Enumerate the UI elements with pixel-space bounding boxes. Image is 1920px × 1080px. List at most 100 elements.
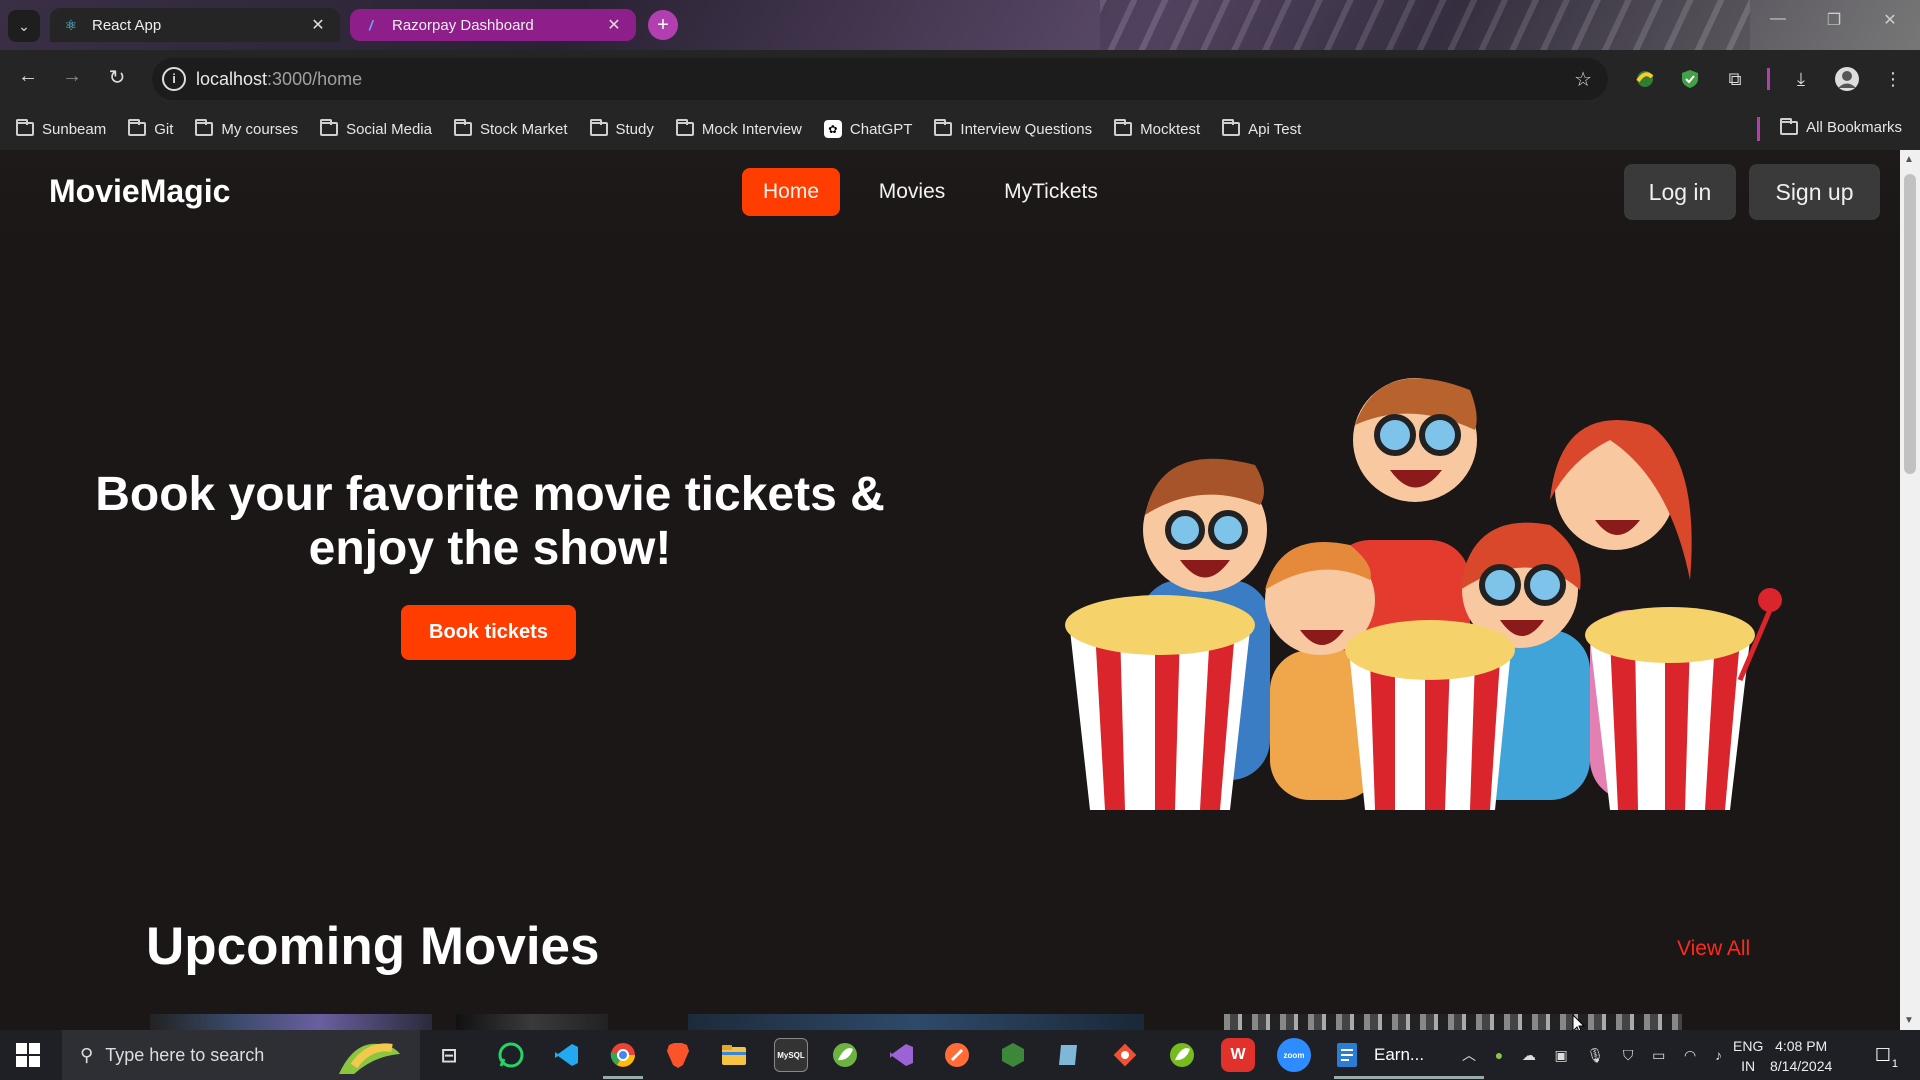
bookmark-git[interactable]: Git (128, 119, 174, 138)
region-code: IN (1741, 1058, 1756, 1074)
more-menu-icon[interactable]: ⋮ (1880, 66, 1906, 92)
volume-icon[interactable]: ♪ (1715, 1047, 1722, 1063)
shield-extension-icon[interactable] (1677, 66, 1703, 92)
vscode-icon[interactable] (549, 1038, 583, 1072)
task-view-icon[interactable]: ⊟ (432, 1038, 466, 1072)
mysql-workbench-icon[interactable]: MySQL (774, 1038, 808, 1072)
windows-start-icon[interactable] (16, 1043, 40, 1067)
tab-title: React App (92, 16, 162, 34)
view-all-link[interactable]: View All (1677, 937, 1750, 961)
windows-taskbar: ⚲ Type here to search ⊟ MySQL W zoom Ear… (0, 1030, 1920, 1080)
spring-tool-icon[interactable] (828, 1038, 862, 1072)
browser-toolbar: ← → ↻ i localhost:3000/home ☆ ⧉ ⤓ ⋮ (0, 50, 1920, 108)
bookmark-label: Stock Market (479, 120, 568, 138)
notes-app-icon[interactable] (1052, 1038, 1086, 1072)
search-placeholder: Type here to search (105, 1044, 265, 1065)
bookmark-label: Git (154, 120, 174, 138)
site-logo[interactable]: MovieMagic (49, 173, 230, 210)
wifi-icon[interactable]: ◠ (1684, 1047, 1696, 1064)
bookmark-chatgpt[interactable]: ✿ ChatGPT (823, 120, 912, 138)
visual-studio-icon[interactable] (884, 1038, 918, 1072)
nodejs-icon[interactable] (996, 1038, 1030, 1072)
language-indicator[interactable]: ENG IN (1733, 1036, 1763, 1076)
brave-icon[interactable] (661, 1038, 695, 1072)
nav-home[interactable]: Home (742, 168, 840, 216)
corn-widget-icon (339, 1043, 400, 1074)
bookmark-label: Interview Questions (960, 120, 1093, 138)
signup-button[interactable]: Sign up (1749, 164, 1880, 220)
tray-overflow-icon[interactable]: ︿ (1462, 1045, 1476, 1065)
folder-icon (1114, 119, 1133, 136)
scroll-up-icon[interactable]: ▲ (1904, 154, 1914, 165)
folder-icon (128, 119, 147, 136)
bookmark-my-courses[interactable]: My courses (195, 119, 298, 138)
bookmark-mock-interview[interactable]: Mock Interview (675, 119, 802, 138)
bookmark-interview-questions[interactable]: Interview Questions (934, 119, 1093, 138)
bookmark-social-media[interactable]: Social Media (320, 119, 432, 138)
page-scrollbar[interactable]: ▲ ▼ (1900, 150, 1920, 1030)
back-icon[interactable]: ← (13, 65, 43, 88)
download-icon[interactable]: ⤓ (1788, 66, 1814, 92)
taskbar-clock[interactable]: 4:08 PM 8/14/2024 (1770, 1036, 1832, 1076)
scroll-down-icon[interactable]: ▼ (1904, 1015, 1914, 1026)
chrome-icon[interactable] (606, 1038, 640, 1072)
file-explorer-icon[interactable] (717, 1038, 751, 1072)
nav-movies[interactable]: Movies (866, 168, 958, 216)
tab-razorpay[interactable]: / Razorpay Dashboard ✕ (350, 9, 636, 41)
extension-colorful-icon[interactable] (1632, 66, 1658, 92)
bookmark-star-icon[interactable]: ☆ (1574, 67, 1592, 92)
close-window-icon[interactable]: ✕ (1870, 10, 1910, 30)
scroll-thumb[interactable] (1904, 174, 1916, 474)
active-app-indicator (603, 1076, 643, 1079)
bookmark-study[interactable]: Study (589, 119, 654, 138)
notifications-icon[interactable]: ☐ 1 (1866, 1038, 1900, 1072)
movie-poster[interactable] (150, 1014, 432, 1030)
postman-icon[interactable] (940, 1038, 974, 1072)
bookmark-label: Mocktest (1140, 120, 1201, 138)
movie-poster[interactable] (688, 1014, 1144, 1030)
new-tab-button[interactable]: + (648, 10, 678, 40)
spring-boot-icon[interactable] (1165, 1038, 1199, 1072)
url-path: :3000/home (267, 69, 363, 89)
all-bookmarks-button[interactable]: All Bookmarks (1780, 117, 1902, 136)
restore-icon[interactable]: ❐ (1814, 10, 1854, 30)
puzzle-extensions-icon[interactable]: ⧉ (1722, 66, 1748, 92)
tab-react-app[interactable]: ⚛ React App ✕ (50, 8, 340, 42)
whatsapp-icon[interactable] (494, 1038, 528, 1072)
movie-poster[interactable] (456, 1014, 608, 1030)
bookmarks-divider (1757, 117, 1760, 141)
language-code: ENG (1733, 1038, 1764, 1054)
security-icon[interactable]: ⛉ (1623, 1047, 1634, 1064)
folder-icon (453, 119, 472, 136)
web-page: MovieMagic Home Movies MyTickets Log in … (0, 150, 1900, 1030)
taskbar-search[interactable]: ⚲ Type here to search (62, 1030, 420, 1080)
close-icon[interactable]: ✕ (604, 15, 624, 35)
meet-icon[interactable]: ▣ (1555, 1047, 1568, 1064)
nav-mytickets[interactable]: MyTickets (994, 168, 1108, 216)
login-button[interactable]: Log in (1624, 164, 1736, 220)
microphone-icon[interactable]: 🎙 (1586, 1047, 1604, 1064)
bookmark-stock-market[interactable]: Stock Market (453, 119, 568, 138)
zoom-icon[interactable]: zoom (1277, 1038, 1311, 1072)
url-text[interactable]: localhost:3000/home (196, 69, 362, 90)
address-bar[interactable]: i localhost:3000/home ☆ (152, 58, 1608, 100)
battery-icon[interactable]: ▭ (1652, 1047, 1665, 1064)
movie-poster[interactable] (1224, 1014, 1682, 1030)
reload-icon[interactable]: ↻ (102, 65, 132, 90)
folder-icon (1780, 117, 1799, 135)
onedrive-icon[interactable]: ☁ (1522, 1047, 1536, 1064)
bookmark-sunbeam[interactable]: Sunbeam (16, 119, 106, 138)
minimize-icon[interactable]: — (1758, 10, 1798, 28)
git-tool-icon[interactable] (1108, 1038, 1142, 1072)
bookmark-mocktest[interactable]: Mocktest (1114, 119, 1201, 138)
forward-icon[interactable]: → (57, 65, 87, 88)
folder-icon (1222, 119, 1241, 136)
profile-avatar[interactable] (1834, 66, 1860, 92)
tab-search-button[interactable]: ⌄ (8, 10, 40, 42)
tray-app-icon[interactable]: ● (1495, 1047, 1503, 1063)
site-info-icon[interactable]: i (162, 67, 186, 91)
bookmark-api-test[interactable]: Api Test (1222, 119, 1301, 138)
book-tickets-button[interactable]: Book tickets (401, 605, 576, 660)
wps-office-icon[interactable]: W (1221, 1038, 1255, 1072)
close-icon[interactable]: ✕ (308, 15, 328, 35)
